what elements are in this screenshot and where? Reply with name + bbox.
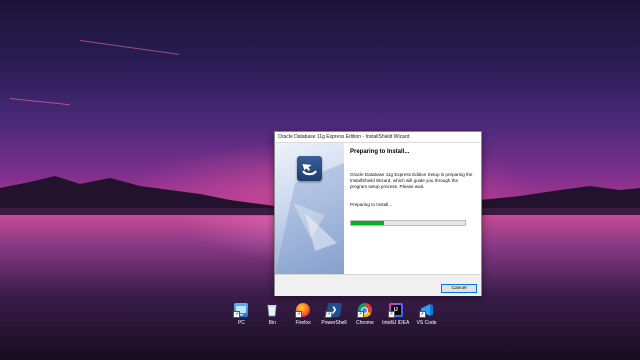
dialog-title[interactable]: Oracle Database 11g Express Edition - In… xyxy=(275,132,481,143)
shortcut-arrow-icon: ↗ xyxy=(387,311,395,318)
setup-description: Oracle Database 11g Express Edition Setu… xyxy=(350,172,473,189)
shortcut-arrow-icon: ↗ xyxy=(324,311,333,318)
sky-streak xyxy=(79,40,180,55)
desktop-icon-label: VS Code xyxy=(416,320,437,326)
vscode-icon: ↗ xyxy=(418,303,434,318)
desktop-icon-row: ↗ PC Bin ↗ Firefox ❯ ↗ PowerShell ↗ Chro… xyxy=(226,303,442,335)
firefox-icon: ↗ xyxy=(295,303,311,318)
chrome-icon: ↗ xyxy=(356,303,372,318)
status-text: Preparing to Install... xyxy=(350,202,393,207)
shortcut-arrow-icon: ↗ xyxy=(356,311,364,318)
sky-streak xyxy=(9,98,70,106)
wizard-side-banner xyxy=(275,143,344,274)
cancel-button[interactable]: Cancel xyxy=(441,284,477,293)
desktop-icon-label: IntelliJ IDEA xyxy=(382,320,410,326)
desktop-icon-bin[interactable]: Bin xyxy=(257,303,288,335)
recycle-bin-icon xyxy=(265,303,279,317)
desktop-icon-label: Bin xyxy=(268,320,276,326)
page-heading: Preparing to Install... xyxy=(350,149,410,155)
progress-bar-fill xyxy=(351,221,385,225)
desktop-icon-firefox[interactable]: ↗ Firefox xyxy=(288,303,319,335)
desktop-icon-chrome[interactable]: ↗ Chrome xyxy=(349,303,380,335)
desktop-icon-pc[interactable]: ↗ PC xyxy=(226,303,257,335)
desktop-icon-label: PC xyxy=(237,320,245,326)
desktop-icon-label: Chrome xyxy=(355,320,374,326)
shortcut-arrow-icon: ↗ xyxy=(295,311,303,318)
desktop-icon-powershell[interactable]: ❯ ↗ PowerShell xyxy=(319,303,350,335)
pc-icon: ↗ xyxy=(233,303,249,318)
desktop-icon-intellij[interactable]: IJ ↗ IntelliJ IDEA xyxy=(380,303,411,335)
dialog-footer: Cancel xyxy=(275,274,481,296)
progress-bar xyxy=(350,220,466,226)
powershell-icon: ❯ ↗ xyxy=(324,303,343,318)
installer-dialog: Oracle Database 11g Express Edition - In… xyxy=(274,131,482,296)
desktop-icon-vscode[interactable]: ↗ VS Code xyxy=(411,303,442,335)
intellij-idea-icon: IJ ↗ xyxy=(387,303,403,318)
desktop-icon-label: Firefox xyxy=(295,320,311,326)
desktop-icon-label: PowerShell xyxy=(321,320,347,326)
shortcut-arrow-icon: ↗ xyxy=(418,311,426,318)
installshield-logo-icon xyxy=(297,156,322,181)
wizard-content: Preparing to Install... Oracle Database … xyxy=(344,143,481,274)
shortcut-arrow-icon: ↗ xyxy=(233,311,241,318)
